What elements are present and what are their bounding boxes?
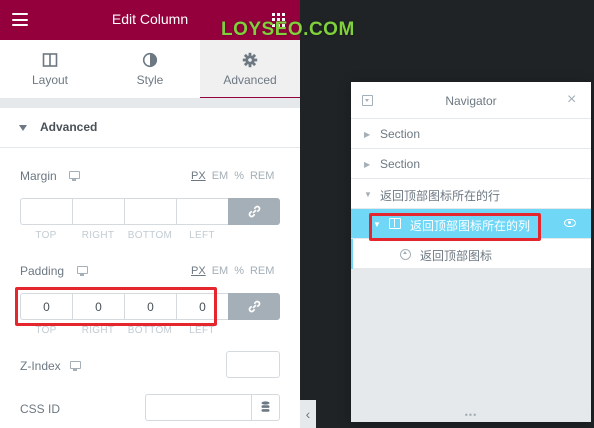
caret-down-icon[interactable]: ▼ xyxy=(364,190,372,199)
navigator-panel: Navigator × ▶ Section ▶ Section ▼ 返回顶部图标… xyxy=(351,82,591,422)
desktop-monitor-icon[interactable] xyxy=(69,171,80,181)
dim-label-bottom: BOTTOM xyxy=(127,325,173,336)
margin-units: PX EM% REM xyxy=(191,170,280,182)
link-values-button[interactable] xyxy=(228,198,280,225)
dim-label-right: RIGHT xyxy=(81,325,115,336)
tab-layout[interactable]: Layout xyxy=(0,40,100,98)
tab-style[interactable]: Style xyxy=(100,40,200,98)
editor-panel: Edit Column Layout Style Advanced Advanc… xyxy=(0,0,300,428)
caret-right-icon[interactable]: ▶ xyxy=(364,160,370,169)
navigator-item-section[interactable]: ▶ Section xyxy=(351,149,591,179)
unit-em[interactable]: EM xyxy=(212,170,229,182)
zindex-label: Z-Index xyxy=(20,359,61,373)
link-values-button[interactable] xyxy=(228,293,280,320)
margin-right-input[interactable] xyxy=(72,198,124,225)
tab-layout-label: Layout xyxy=(31,73,69,87)
zindex-input[interactable] xyxy=(226,351,280,378)
caret-right-icon[interactable]: ▶ xyxy=(364,130,370,139)
desktop-monitor-icon[interactable] xyxy=(77,266,88,276)
padding-label: Padding xyxy=(20,264,65,278)
advanced-section-header[interactable]: Advanced xyxy=(0,108,300,148)
back-to-top-icon xyxy=(400,249,411,260)
style-icon xyxy=(142,52,158,68)
dim-label-right: RIGHT xyxy=(81,230,115,241)
eye-icon[interactable] xyxy=(564,219,576,227)
cssid-label: CSS ID xyxy=(20,402,61,416)
panel-tabs: Layout Style Advanced xyxy=(0,40,300,100)
tab-advanced[interactable]: Advanced xyxy=(200,40,300,100)
unit-px[interactable]: PX xyxy=(191,265,206,277)
dim-label-bottom: BOTTOM xyxy=(127,230,173,241)
margin-top-input[interactable] xyxy=(20,198,72,225)
layout-icon xyxy=(42,53,58,67)
navigator-header[interactable]: Navigator × xyxy=(351,82,591,119)
unit-em[interactable]: EM xyxy=(212,265,229,277)
dim-label-top: TOP xyxy=(35,230,57,241)
resize-handle[interactable]: ••• xyxy=(351,410,591,422)
navigator-item-section[interactable]: ▶ Section xyxy=(351,119,591,149)
navigator-item-label: 返回顶部图标所在的行 xyxy=(380,189,501,203)
margin-dimensions xyxy=(20,198,280,225)
gear-icon xyxy=(242,52,258,68)
unit-px[interactable]: PX xyxy=(191,170,206,182)
unit-rem[interactable]: REM xyxy=(250,170,274,182)
column-highlight-box xyxy=(369,213,541,241)
margin-dim-labels: TOP RIGHT BOTTOM LEFT xyxy=(20,230,228,241)
divider xyxy=(0,98,300,108)
watermark-text: LOYSEO.COM xyxy=(221,19,355,40)
margin-left-input[interactable] xyxy=(176,198,228,225)
unit-rem[interactable]: REM xyxy=(250,265,274,277)
navigator-item-label: Section xyxy=(380,157,421,171)
dim-label-left: LEFT xyxy=(189,230,215,241)
dim-label-left: LEFT xyxy=(189,325,215,336)
chevron-left-icon: ‹ xyxy=(305,406,311,422)
link-icon xyxy=(248,205,260,218)
padding-dim-labels: TOP RIGHT BOTTOM LEFT xyxy=(20,325,228,336)
dynamic-tags-button[interactable] xyxy=(251,394,280,421)
margin-bottom-input[interactable] xyxy=(124,198,176,225)
tab-advanced-label: Advanced xyxy=(223,73,277,87)
collapse-panel-button[interactable]: ‹ xyxy=(300,400,316,428)
cssid-input[interactable] xyxy=(145,394,251,421)
link-icon xyxy=(248,300,260,313)
padding-units: PX EM% REM xyxy=(191,265,280,277)
section-title: Advanced xyxy=(40,120,98,134)
navigator-item-widget[interactable]: 返回顶部图标 xyxy=(351,239,591,269)
caret-down-icon xyxy=(19,125,27,131)
database-icon xyxy=(261,401,270,412)
dim-label-top: TOP xyxy=(35,325,57,336)
selection-guide xyxy=(351,239,353,269)
navigator-item-row[interactable]: ▼ 返回顶部图标所在的行 xyxy=(351,179,591,209)
close-icon[interactable]: × xyxy=(567,91,576,109)
unit-percent[interactable]: % xyxy=(234,265,244,277)
navigator-title: Navigator xyxy=(445,94,497,108)
navigator-item-label: Section xyxy=(380,127,421,141)
navigator-item-label: 返回顶部图标 xyxy=(420,249,493,263)
padding-highlight-box xyxy=(15,287,217,326)
desktop-monitor-icon[interactable] xyxy=(70,361,81,371)
margin-label: Margin xyxy=(20,169,57,183)
unit-percent[interactable]: % xyxy=(234,170,244,182)
tab-style-label: Style xyxy=(136,73,164,87)
